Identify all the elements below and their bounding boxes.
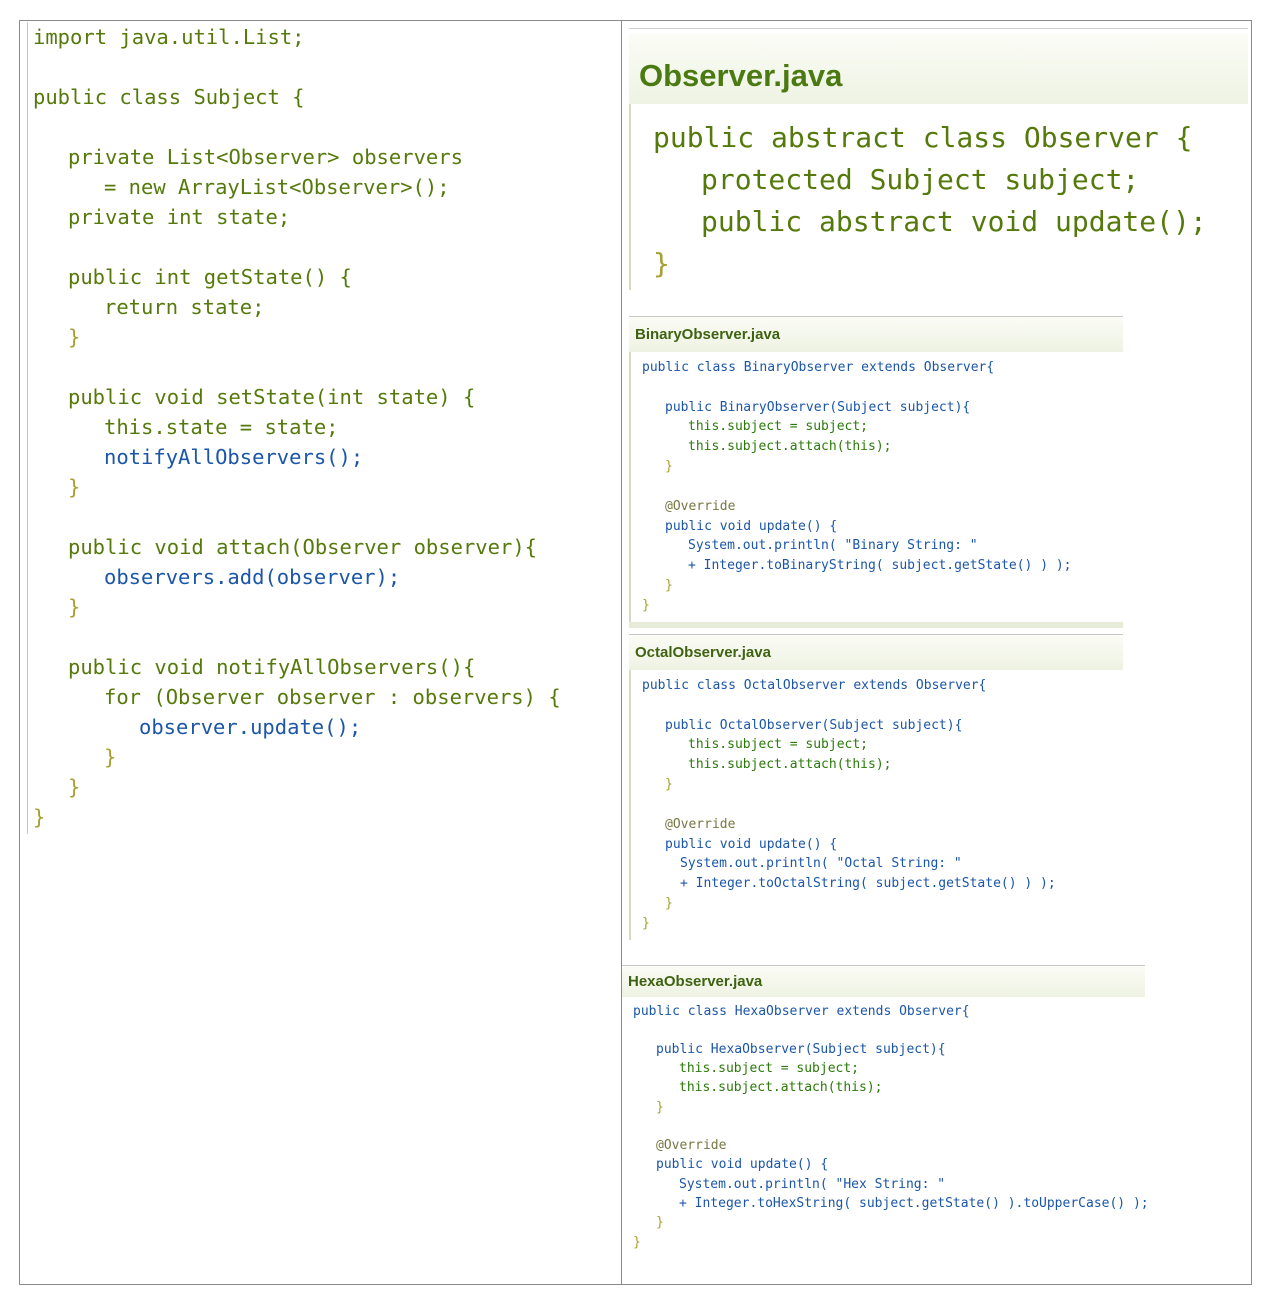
code-line: this.subject.attach(this);: [679, 1080, 883, 1095]
code-line: @Override: [665, 817, 736, 832]
code-line: System.out.println( "Binary String: ": [688, 538, 978, 553]
panel-header: Observer.java: [629, 34, 1248, 104]
code-line: public abstract class Observer {: [653, 121, 1193, 154]
code-line: }: [68, 775, 81, 799]
code-line: }: [665, 777, 673, 792]
code-line: this.subject = subject;: [679, 1061, 860, 1076]
code-line: }: [68, 475, 81, 499]
code-line: private int state;: [68, 205, 291, 229]
code-line: }: [68, 325, 81, 349]
code-line: + Integer.toBinaryString( subject.getSta…: [688, 558, 1072, 573]
code-line: public void update() {: [665, 519, 838, 534]
code-line: + Integer.toHexString( subject.getState(…: [679, 1196, 1149, 1211]
code-line: }: [68, 595, 81, 619]
code-block: public class OctalObserver extends Obser…: [629, 670, 1123, 940]
panel-header: HexaObserver.java: [622, 965, 1145, 997]
code-line: }: [665, 459, 673, 474]
observer-file-panel: Observer.java public abstract class Obse…: [629, 28, 1248, 290]
code-line: = new ArrayList<Observer>();: [104, 175, 450, 199]
panel-top-line: [629, 28, 1248, 29]
code-line: + Integer.toOctalString( subject.getStat…: [680, 876, 1056, 891]
code-line: this.state = state;: [104, 415, 339, 439]
code-line: public void notifyAllObservers(){: [68, 655, 476, 679]
code-line: public void attach(Observer observer){: [68, 535, 537, 559]
code-line: for (Observer observer : observers) {: [104, 685, 561, 709]
code-line: public abstract void update();: [701, 205, 1207, 238]
code-line: return state;: [104, 295, 265, 319]
code-line: System.out.println( "Hex String: ": [679, 1177, 946, 1192]
code-line: public void setState(int state) {: [68, 385, 476, 409]
code-line: this.subject = subject;: [688, 737, 869, 752]
code-line: public BinaryObserver(Subject subject){: [665, 400, 971, 415]
code-line: public class BinaryObserver extends Obse…: [642, 360, 995, 375]
file-title: BinaryObserver.java: [635, 326, 781, 343]
panel-header: BinaryObserver.java: [629, 316, 1123, 352]
code-line: public HexaObserver(Subject subject){: [656, 1042, 946, 1057]
code-line: @Override: [656, 1138, 727, 1153]
code-line: }: [656, 1215, 664, 1230]
octal-observer-panel: OctalObserver.java public class OctalObs…: [629, 634, 1123, 940]
code-line: public class Subject {: [33, 85, 305, 109]
code-line: this.subject.attach(this);: [688, 757, 892, 772]
code-line: @Override: [665, 499, 736, 514]
panel-header: OctalObserver.java: [629, 634, 1123, 670]
code-line: }: [665, 896, 673, 911]
file-title: OctalObserver.java: [635, 644, 771, 661]
code-line: }: [104, 745, 117, 769]
code-line: public void update() {: [665, 837, 838, 852]
code-block: public class BinaryObserver extends Obse…: [629, 352, 1123, 623]
code-line: }: [33, 805, 46, 829]
binary-observer-panel: BinaryObserver.java public class BinaryO…: [629, 316, 1123, 629]
code-line: observers.add(observer);: [104, 565, 401, 589]
code-line: this.subject = subject;: [688, 419, 869, 434]
code-line: }: [642, 916, 650, 931]
code-line: public int getState() {: [68, 265, 352, 289]
panel-bottom-bar: [629, 622, 1123, 628]
code-line: private List<Observer> observers: [68, 145, 463, 169]
code-line: public OctalObserver(Subject subject){: [665, 718, 963, 733]
code-block: public class HexaObserver extends Observ…: [622, 997, 1149, 1255]
code-line: protected Subject subject;: [701, 163, 1140, 196]
file-title: HexaObserver.java: [628, 973, 763, 990]
code-line: observer.update();: [139, 715, 362, 739]
code-line: public void update() {: [656, 1157, 829, 1172]
hexa-observer-panel: HexaObserver.java public class HexaObser…: [622, 965, 1149, 1257]
code-line: }: [665, 578, 673, 593]
code-line: notifyAllObservers();: [104, 445, 364, 469]
code-block: public abstract class Observer { protect…: [629, 104, 1248, 290]
code-line: }: [642, 598, 650, 613]
code-line: import java.util.List;: [33, 25, 305, 49]
code-line: System.out.println( "Octal String: ": [680, 856, 962, 871]
code-line: public class HexaObserver extends Observ…: [633, 1004, 970, 1019]
code-line: }: [653, 247, 670, 280]
code-line: }: [656, 1100, 664, 1115]
code-line: public class OctalObserver extends Obser…: [642, 678, 987, 693]
code-line: this.subject.attach(this);: [688, 439, 892, 454]
file-title: Observer.java: [639, 58, 843, 93]
code-line: }: [633, 1235, 641, 1250]
subject-code-panel: import java.util.List; public class Subj…: [27, 22, 619, 834]
